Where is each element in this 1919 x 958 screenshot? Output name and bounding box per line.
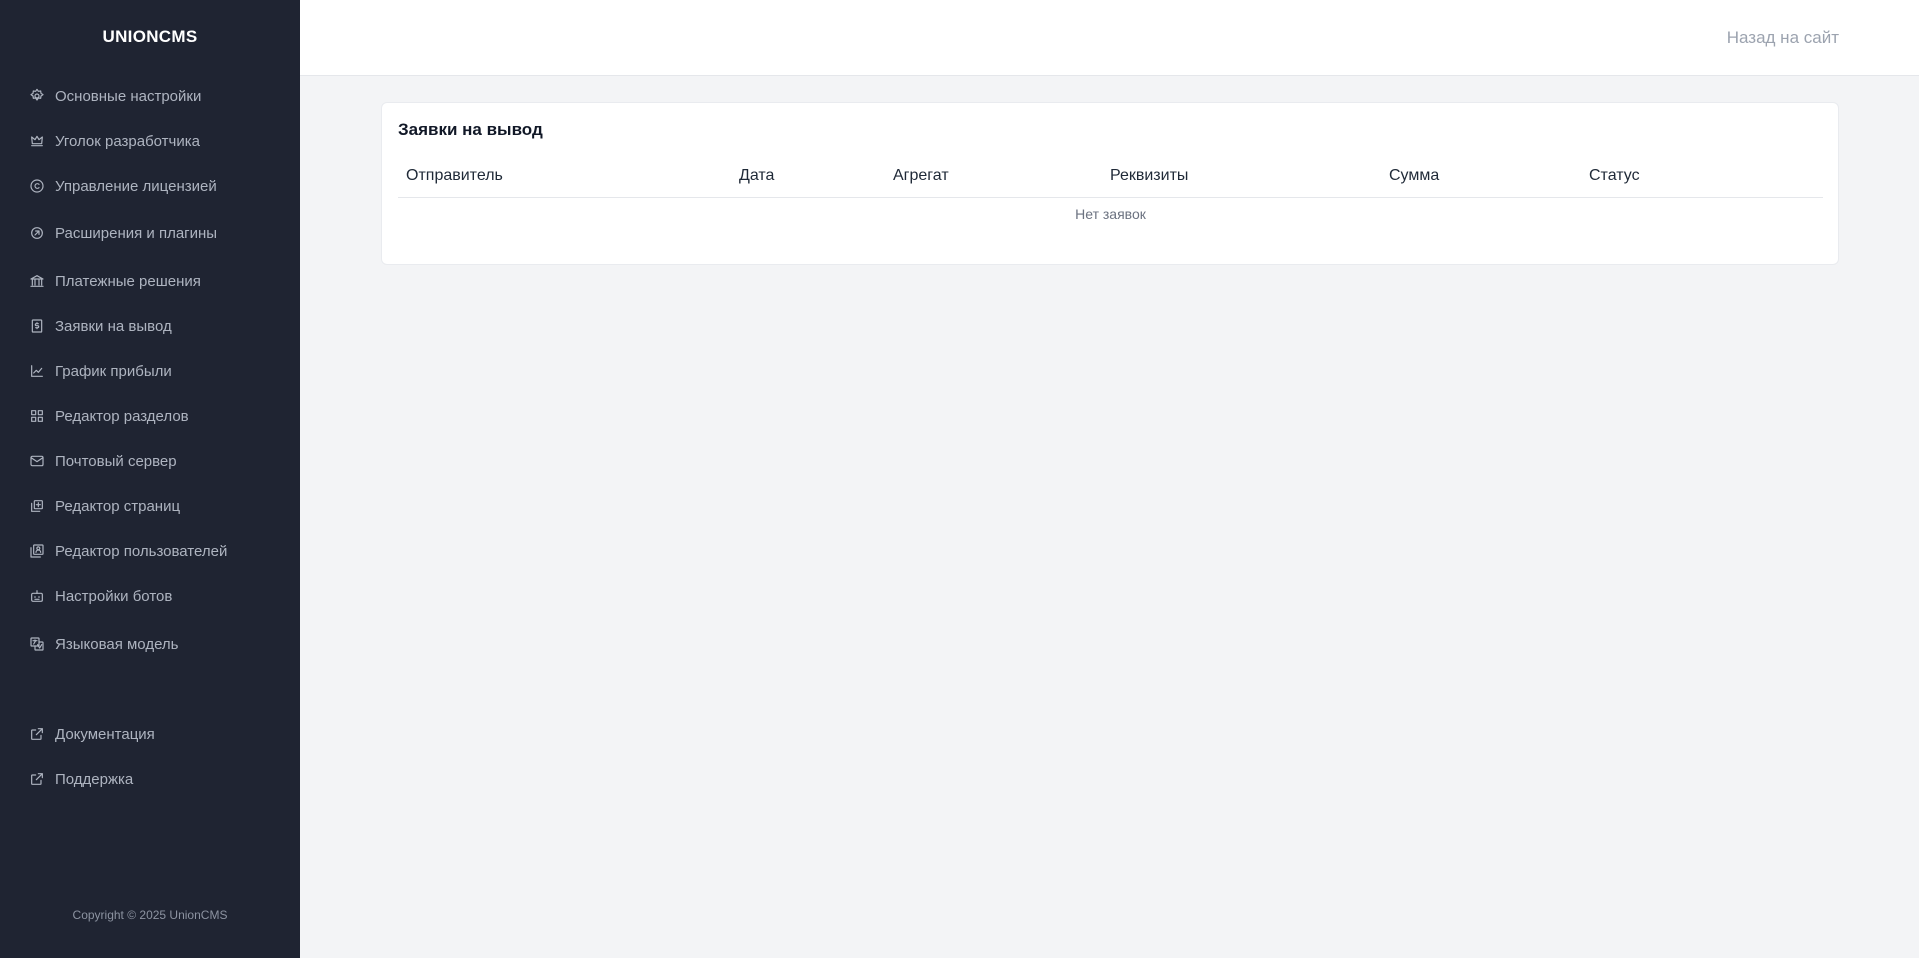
external-link-icon [29, 771, 45, 787]
sidebar-item-label: Уголок разработчика [55, 132, 200, 150]
dollar-file-icon [29, 318, 45, 334]
sidebar-item-developer[interactable]: Уголок разработчика [29, 129, 200, 153]
sidebar-item-mail-server[interactable]: Почтовый сервер [29, 449, 177, 473]
page-plus-icon [29, 498, 45, 514]
back-to-site-link[interactable]: Назад на сайт [1727, 28, 1839, 48]
sidebar-item-label: Основные настройки [55, 87, 202, 105]
sidebar-item-label: Платежные решения [55, 272, 201, 290]
bank-icon [29, 273, 45, 289]
sidebar-item-label: Управление лицензией [55, 177, 217, 195]
column-header-aggregator: Агрегат [893, 167, 949, 184]
page-title: Заявки на вывод [398, 120, 543, 139]
column-header-requisites: Реквизиты [1110, 167, 1189, 184]
sidebar-item-label: Редактор пользователей [55, 542, 228, 560]
gear-icon [29, 88, 45, 104]
sidebar-item-section-editor[interactable]: Редактор разделов [29, 404, 189, 428]
column-header-status: Статус [1589, 167, 1640, 184]
table-header: Отправитель Дата Агрегат Реквизиты Сумма… [398, 165, 1823, 198]
sidebar-item-payments[interactable]: Платежные решения [29, 269, 201, 293]
sidebar-link-label: Документация [55, 725, 155, 743]
sidebar-item-license[interactable]: Управление лицензией [29, 174, 217, 198]
translate-icon [29, 636, 45, 652]
sidebar-item-label: Языковая модель [55, 635, 179, 653]
sidebar-link-support[interactable]: Поддержка [29, 767, 133, 791]
withdrawals-card: Заявки на вывод Отправитель Дата Агрегат… [381, 102, 1839, 265]
sidebar-item-language-model[interactable]: Языковая модель [29, 632, 179, 656]
sidebar-item-withdrawals[interactable]: Заявки на вывод [29, 314, 172, 338]
brand-logo[interactable]: UNIONCMS [0, 27, 300, 47]
sidebar-link-documentation[interactable]: Документация [29, 722, 155, 746]
plugin-icon [29, 225, 45, 241]
sidebar-item-page-editor[interactable]: Редактор страниц [29, 494, 180, 518]
sidebar-item-label: Расширения и плагины [55, 224, 218, 242]
sidebar-item-bot-settings[interactable]: Настройки ботов [29, 584, 172, 608]
copyright-icon [29, 178, 45, 194]
grid-icon [29, 408, 45, 424]
sidebar-item-plugins[interactable]: Расширения и плагины [29, 221, 217, 245]
external-link-icon [29, 726, 45, 742]
sidebar-item-label: Редактор страниц [55, 497, 181, 515]
sidebar-item-label: Почтовый сервер [55, 452, 177, 470]
sidebar-item-main-settings[interactable]: Основные настройки [29, 84, 201, 108]
crown-icon [29, 133, 45, 149]
robot-icon [29, 588, 45, 604]
sidebar: UNIONCMS Основные настройки Уголок разра… [0, 0, 300, 958]
sidebar-item-label: Редактор разделов [55, 407, 189, 425]
column-header-sender: Отправитель [406, 167, 503, 184]
topbar: Назад на сайт [300, 0, 1919, 76]
sidebar-item-label: График прибыли [55, 362, 172, 380]
sidebar-item-user-editor[interactable]: Редактор пользователей [29, 539, 227, 563]
user-card-icon [29, 543, 45, 559]
column-header-date: Дата [739, 167, 775, 184]
column-header-amount: Сумма [1389, 167, 1440, 184]
copyright-text: Copyright © 2025 UnionCMS [72, 908, 228, 922]
sidebar-item-label: Заявки на вывод [55, 317, 172, 335]
line-chart-icon [29, 363, 45, 379]
sidebar-link-label: Поддержка [55, 770, 134, 788]
sidebar-item-profit-chart[interactable]: График прибыли [29, 359, 172, 383]
sidebar-item-label: Настройки ботов [55, 587, 173, 605]
mail-icon [29, 453, 45, 469]
empty-table-message: Нет заявок [1075, 206, 1146, 222]
